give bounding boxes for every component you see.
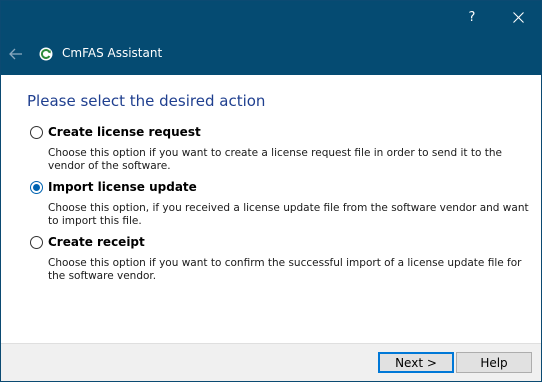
radio-import-license-update[interactable] <box>30 180 43 194</box>
help-glyph: ? <box>468 9 476 25</box>
page-heading: Please select the desired action <box>27 92 266 110</box>
option-description: Choose this option if you want to confir… <box>48 257 522 282</box>
radio-selected-dot <box>33 183 40 191</box>
button-bar: Next > Help <box>1 343 541 381</box>
option-create-license-request[interactable]: Create license request <box>30 125 201 139</box>
radio-create-license-request[interactable] <box>30 125 43 139</box>
close-icon <box>512 11 524 23</box>
assistant-window: ? CmFAS Assistant Please select the desi… <box>0 0 542 382</box>
next-button[interactable]: Next > <box>378 352 454 373</box>
option-label: Create receipt <box>48 235 145 249</box>
radio-create-receipt[interactable] <box>30 235 43 249</box>
option-description: Choose this option, if you received a li… <box>48 202 529 227</box>
option-create-receipt[interactable]: Create receipt <box>30 235 145 249</box>
option-description: Choose this option if you want to create… <box>48 147 502 172</box>
help-button[interactable]: Help <box>456 352 532 373</box>
option-label: Create license request <box>48 125 201 139</box>
codemeter-icon <box>39 47 53 61</box>
back-arrow-icon <box>9 48 22 60</box>
title-bar: ? CmFAS Assistant <box>1 1 541 75</box>
back-button[interactable] <box>3 41 29 67</box>
main-content: Please select the desired action Create … <box>1 75 541 343</box>
close-button[interactable] <box>495 1 541 33</box>
help-title-button[interactable]: ? <box>449 1 495 33</box>
app-title: CmFAS Assistant <box>62 46 163 60</box>
option-label: Import license update <box>48 180 197 194</box>
option-import-license-update[interactable]: Import license update <box>30 180 197 194</box>
